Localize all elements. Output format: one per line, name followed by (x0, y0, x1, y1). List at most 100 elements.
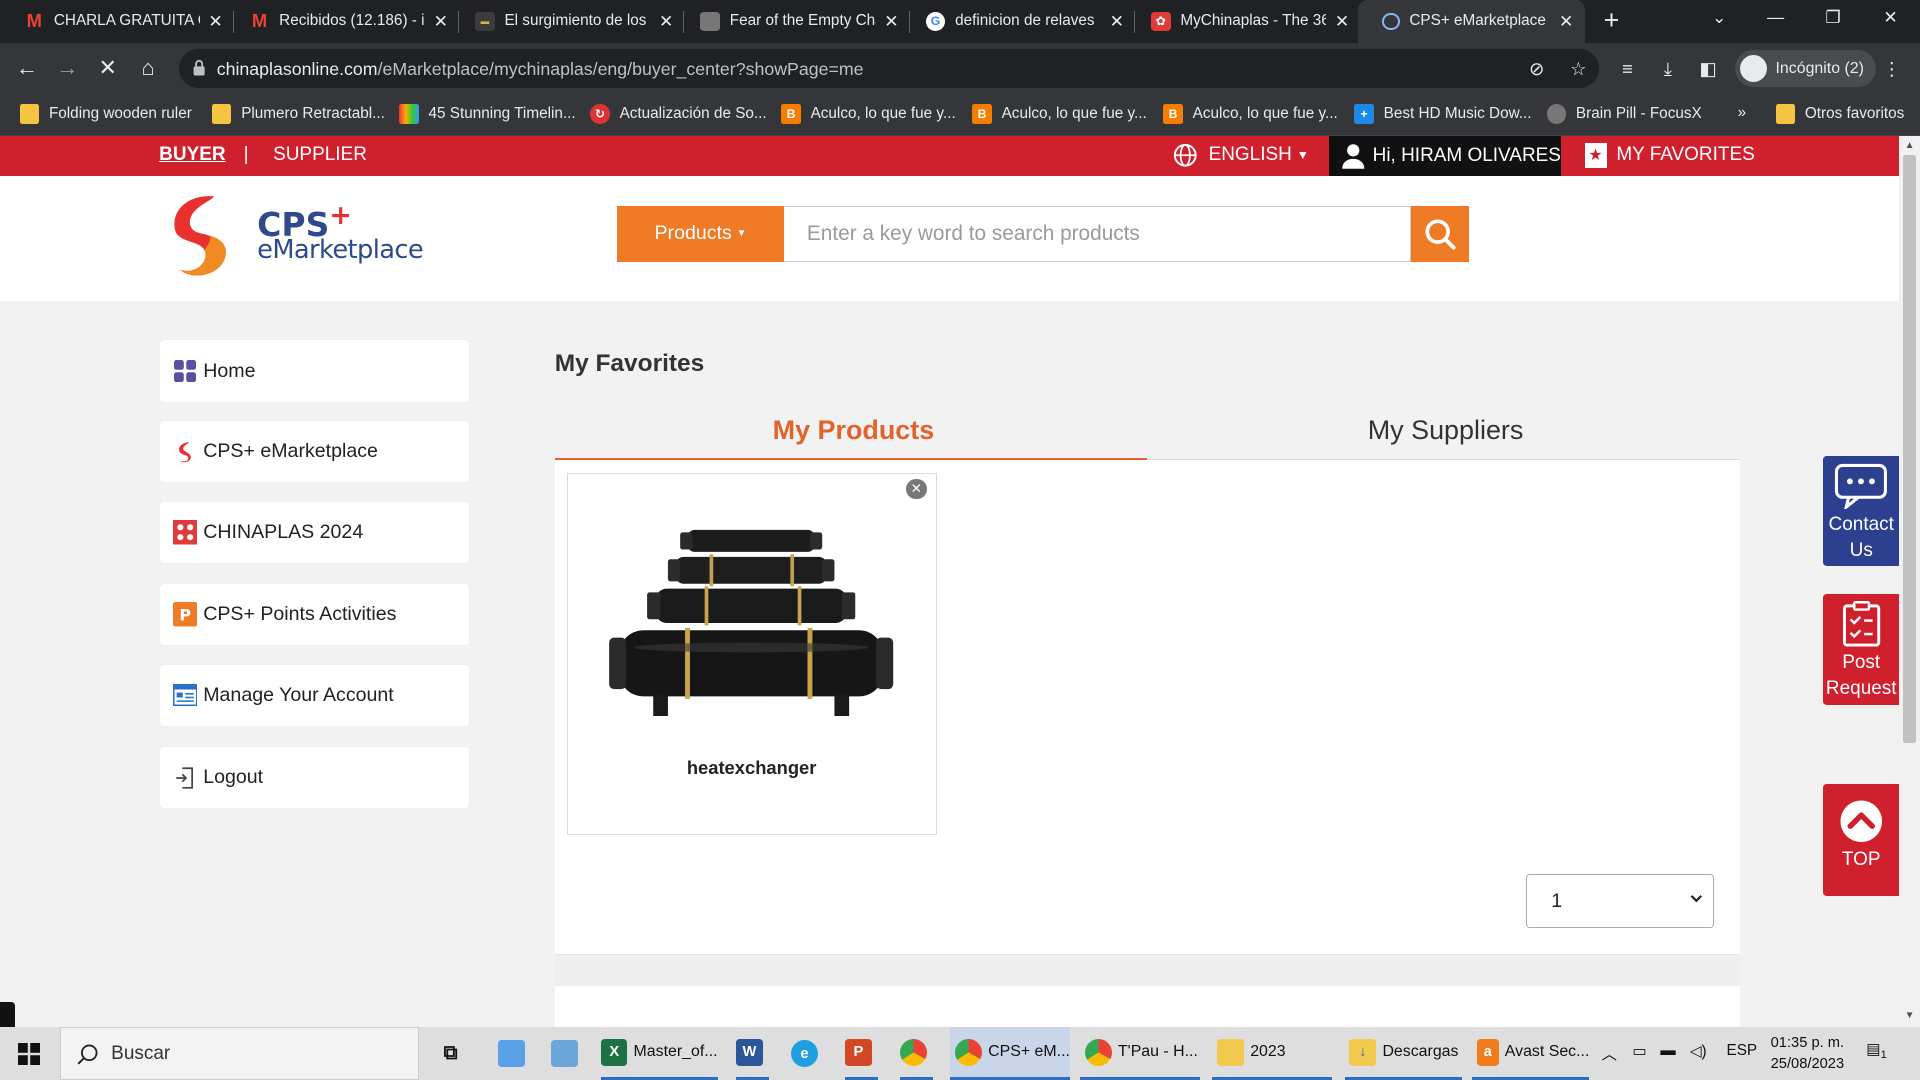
incognito-badge[interactable]: Incógnito (2) (1735, 50, 1877, 87)
search-input[interactable] (783, 205, 1411, 262)
download-icon[interactable]: ⤓ (1657, 58, 1679, 80)
browser-tab[interactable]: ▬ El surgimiento de los ✕ (451, 0, 685, 43)
menu-item-chinaplas-2024[interactable]: CHINAPLAS 2024 (160, 502, 469, 564)
menu-item-cps-emarketplace[interactable]: CPS+ eMarketplace (160, 421, 469, 483)
bookmark-item[interactable]: B Aculco, lo que fue y... (1163, 104, 1338, 124)
language-selector[interactable]: ENGLISH ▼ (1173, 143, 1309, 167)
scroll-thumb[interactable] (1902, 155, 1917, 744)
product-card[interactable]: ✕ heatexchanger (566, 472, 937, 836)
reading-list-icon[interactable]: ≡ (1616, 58, 1638, 80)
search-button[interactable] (1410, 205, 1470, 262)
browser-tab[interactable]: M Recibidos (12.186) - in ✕ (225, 0, 460, 43)
bookmark-item[interactable]: 45 Stunning Timelin... (399, 104, 576, 124)
remove-favorite-icon[interactable]: ✕ (905, 478, 927, 500)
bookmark-item[interactable]: Folding wooden ruler (19, 104, 192, 124)
tray-chevron-icon[interactable]: ︿ (1602, 1042, 1617, 1064)
bookmark-item[interactable]: ↻ Actualización de So... (590, 104, 767, 124)
tab-my-products[interactable]: My Products (773, 415, 935, 446)
bookmark-star-icon[interactable]: ☆ (1567, 58, 1589, 80)
supplier-link[interactable]: SUPPLIER (273, 144, 367, 166)
task-view-icon[interactable]: ⧉ (437, 1027, 470, 1080)
browser-tab[interactable]: Fear of the Empty Cha ✕ (676, 0, 910, 43)
taskbar-clock[interactable]: 01:35 p. m. 25/08/2023 (1771, 1033, 1845, 1075)
buyer-link[interactable]: BUYER (159, 144, 225, 166)
window-close-icon[interactable]: ✕ (1876, 7, 1905, 28)
bookmark-item[interactable]: B Aculco, lo que fue y... (781, 104, 956, 124)
contact-label: Us (1849, 539, 1873, 561)
tab-search-icon[interactable]: ⌄ (1705, 7, 1734, 28)
page-select[interactable]: 1 (1525, 874, 1715, 929)
menu-item-manage-account[interactable]: Manage Your Account (160, 664, 469, 727)
close-tab-icon[interactable]: ✕ (1333, 11, 1350, 32)
page-scrollbar[interactable]: ▲ ▼ (1899, 135, 1920, 1028)
computer-icon (498, 1040, 526, 1068)
browser-tab[interactable]: M CHARLA GRATUITA O ✕ (0, 0, 234, 43)
battery-icon[interactable]: ▬ (1660, 1042, 1675, 1060)
volume-icon[interactable]: ◁) (1690, 1042, 1707, 1061)
search-category-dropdown[interactable]: Products ▼ (617, 205, 784, 262)
contact-us-button[interactable]: Contact Us (1823, 455, 1900, 566)
chrome-icon (900, 1038, 927, 1066)
browser-tab[interactable]: ✿ MyChinaplas - The 36 ✕ (1127, 0, 1361, 43)
side-tab[interactable] (0, 1001, 15, 1028)
home-icon[interactable]: ⌂ (135, 55, 162, 82)
ie-app[interactable]: e (791, 1027, 824, 1080)
address-bar[interactable]: chinaplasonline.com/eMarketplace/mychina… (178, 48, 1600, 89)
bookmarks-overflow[interactable]: » (1738, 104, 1747, 122)
menu-kebab-icon[interactable]: ⋮ (1881, 58, 1903, 80)
word-app[interactable]: W (735, 1027, 769, 1080)
taskbar-app-active[interactable]: CPS+ eM... (950, 1027, 1071, 1080)
powerpoint-app[interactable]: P (844, 1027, 878, 1080)
menu-item-logout[interactable]: Logout (160, 746, 469, 809)
taskbar-app[interactable]: a Avast Sec... (1471, 1027, 1590, 1080)
menu-item-points-activities[interactable]: P CPS+ Points Activities (160, 584, 469, 646)
minimize-icon[interactable]: — (1761, 7, 1790, 28)
network-icon[interactable]: ▭ (1632, 1042, 1646, 1061)
product-name[interactable]: heatexchanger (568, 757, 935, 779)
close-tab-icon[interactable]: ✕ (207, 11, 224, 32)
scroll-down-icon[interactable]: ▼ (1904, 1010, 1915, 1021)
close-tab-icon[interactable]: ✕ (1558, 11, 1575, 32)
bookmark-item[interactable]: Plumero Retractabl... (211, 104, 385, 124)
back-to-top-button[interactable]: TOP (1823, 783, 1900, 897)
taskbar-app[interactable]: 2023 (1212, 1027, 1333, 1080)
close-tab-icon[interactable]: ✕ (883, 11, 900, 32)
notification-center-icon[interactable]: ▤1 (1866, 1040, 1887, 1061)
maximize-icon[interactable]: ❐ (1818, 7, 1847, 28)
forward-icon[interactable]: → (54, 55, 81, 82)
close-tab-icon[interactable]: ✕ (432, 11, 449, 32)
taskbar-search[interactable]: Buscar (60, 1027, 419, 1080)
windows-start-button[interactable] (0, 1027, 59, 1080)
scroll-up-icon[interactable]: ▲ (1904, 140, 1915, 151)
other-bookmarks[interactable]: Otros favoritos (1775, 104, 1904, 124)
tab-my-suppliers[interactable]: My Suppliers (1368, 415, 1524, 446)
taskbar-app[interactable]: X Master_of... (601, 1027, 718, 1080)
product-image[interactable] (592, 525, 910, 721)
app-icon[interactable] (551, 1027, 584, 1080)
side-panel-icon[interactable]: ◧ (1697, 58, 1719, 80)
bookmark-item[interactable]: Brain Pill - FocusX (1546, 104, 1702, 124)
user-menu[interactable]: Hi, HIRAM OLIVARES (1328, 135, 1562, 177)
bookmark-item[interactable]: + Best HD Music Dow... (1354, 104, 1532, 124)
app-icon[interactable] (498, 1027, 531, 1080)
menu-item-home[interactable]: Home (160, 340, 469, 402)
chrome-app[interactable] (900, 1027, 934, 1080)
new-tab-icon[interactable]: + (1598, 5, 1625, 36)
eye-off-icon[interactable]: ⊘ (1526, 58, 1548, 80)
my-favorites-link[interactable]: ★ MY FAVORITES (1584, 143, 1755, 168)
globe-icon (1173, 144, 1197, 167)
input-language[interactable]: ESP (1727, 1042, 1758, 1060)
browser-tab-active[interactable]: CPS+ eMarketplace ✕ (1357, 0, 1585, 43)
bookmark-item[interactable]: B Aculco, lo que fue y... (972, 104, 1147, 124)
close-tab-icon[interactable]: ✕ (1108, 11, 1125, 32)
taskbar-app[interactable]: ↓ Descargas (1344, 1027, 1463, 1080)
post-request-button[interactable]: Post Request (1823, 593, 1900, 706)
lock-icon[interactable] (193, 59, 206, 76)
control-panel-icon (551, 1040, 578, 1068)
taskbar-app[interactable]: T'Pau - H... (1080, 1027, 1200, 1080)
back-icon[interactable]: ← (13, 55, 40, 82)
browser-tab[interactable]: G definicion de relaves ✕ (901, 0, 1136, 43)
stop-loading-icon[interactable]: ✕ (94, 55, 121, 82)
cps-emarketplace-logo[interactable]: CPS+ eMarketplace (163, 189, 424, 281)
close-tab-icon[interactable]: ✕ (658, 11, 675, 32)
